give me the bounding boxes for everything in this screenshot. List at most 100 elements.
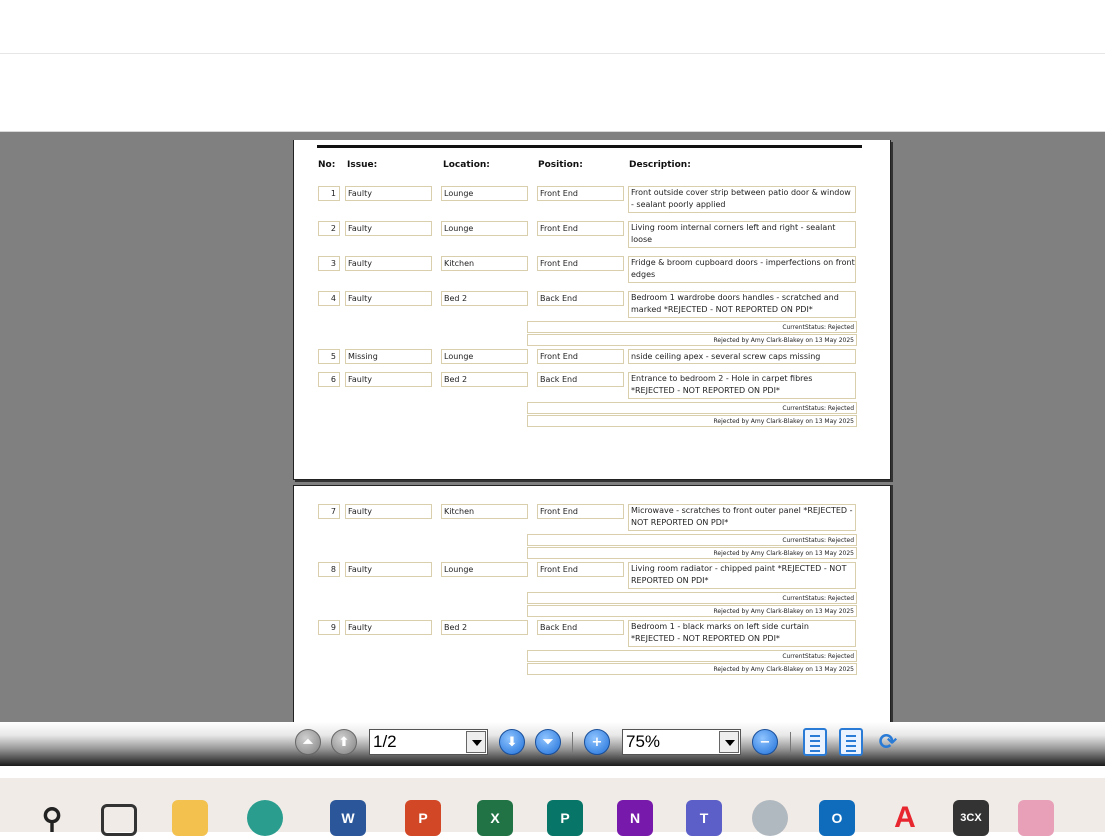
next-page-button[interactable]: ⬇ bbox=[499, 729, 525, 755]
row-number: 7 bbox=[318, 504, 340, 519]
row-description: Front outside cover strip between patio … bbox=[628, 186, 856, 213]
row-status: CurrentStatus: Rejected bbox=[527, 534, 857, 546]
last-page-button[interactable]: ⏷ bbox=[535, 729, 561, 755]
chevron-down-icon[interactable] bbox=[719, 731, 739, 753]
rotate-icon: ⟳ bbox=[878, 729, 898, 755]
browser-toolbar-area bbox=[0, 54, 1105, 132]
row-description: Living room radiator - chipped paint *RE… bbox=[628, 562, 856, 589]
minus-icon: − bbox=[759, 734, 771, 750]
row-position: Front End bbox=[537, 256, 624, 271]
plus-icon: + bbox=[591, 734, 603, 750]
row-number: 6 bbox=[318, 372, 340, 387]
row-number: 9 bbox=[318, 620, 340, 635]
row-rejected-note: Rejected by Amy Clark-Blakey on 13 May 2… bbox=[527, 605, 857, 617]
col-header-no: No: bbox=[318, 160, 336, 170]
row-issue: Faulty bbox=[345, 256, 432, 271]
app-circle-icon[interactable] bbox=[752, 800, 788, 836]
zoom-select-value: 75% bbox=[626, 732, 661, 751]
arrow-up-icon: ⬆ bbox=[338, 734, 350, 750]
windows-taskbar: ⚲ W P X P N T O A 3CX bbox=[0, 766, 1105, 836]
page-select[interactable]: 1/2 bbox=[369, 729, 488, 755]
first-page-button[interactable]: ⏶ bbox=[295, 729, 321, 755]
toolbar-separator bbox=[572, 732, 573, 754]
row-rejected-note: Rejected by Amy Clark-Blakey on 13 May 2… bbox=[527, 415, 857, 427]
row-number: 5 bbox=[318, 349, 340, 364]
row-location: Lounge bbox=[441, 186, 528, 201]
row-status: CurrentStatus: Rejected bbox=[527, 592, 857, 604]
edge-icon[interactable] bbox=[247, 800, 283, 836]
row-issue: Faulty bbox=[345, 562, 432, 577]
row-issue: Faulty bbox=[345, 504, 432, 519]
outlook-icon[interactable]: O bbox=[819, 800, 855, 836]
word-icon[interactable]: W bbox=[330, 800, 366, 836]
col-header-location: Location: bbox=[443, 160, 490, 170]
first-page-icon: ⏶ bbox=[302, 734, 314, 750]
row-status: CurrentStatus: Rejected bbox=[527, 402, 857, 414]
row-issue: Faulty bbox=[345, 372, 432, 387]
acrobat-icon[interactable]: A bbox=[887, 800, 923, 836]
row-number: 8 bbox=[318, 562, 340, 577]
3cx-icon[interactable]: 3CX bbox=[953, 800, 989, 836]
row-number: 4 bbox=[318, 291, 340, 306]
row-description: nside ceiling apex - several screw caps … bbox=[628, 349, 856, 364]
row-position: Back End bbox=[537, 620, 624, 635]
pdf-toolbar: ⏶ ⬆ 1/2 ⬇ ⏷ + 75% − ⟳ bbox=[0, 722, 1105, 766]
row-position: Front End bbox=[537, 562, 624, 577]
col-header-position: Position: bbox=[538, 160, 583, 170]
pdf-viewer[interactable]: No: Issue: Location: Position: Descripti… bbox=[0, 132, 1105, 722]
row-issue: Faulty bbox=[345, 620, 432, 635]
row-location: Kitchen bbox=[441, 256, 528, 271]
row-number: 2 bbox=[318, 221, 340, 236]
row-number: 1 bbox=[318, 186, 340, 201]
row-description: Entrance to bedroom 2 - Hole in carpet f… bbox=[628, 372, 856, 399]
row-issue: Missing bbox=[345, 349, 432, 364]
excel-icon[interactable]: X bbox=[477, 800, 513, 836]
powerpoint-icon[interactable]: P bbox=[405, 800, 441, 836]
last-page-icon: ⏷ bbox=[542, 734, 554, 750]
row-issue: Faulty bbox=[345, 221, 432, 236]
row-rejected-note: Rejected by Amy Clark-Blakey on 13 May 2… bbox=[527, 334, 857, 346]
row-position: Front End bbox=[537, 186, 624, 201]
row-rejected-note: Rejected by Amy Clark-Blakey on 13 May 2… bbox=[527, 663, 857, 675]
row-position: Front End bbox=[537, 504, 624, 519]
row-issue: Faulty bbox=[345, 291, 432, 306]
zoom-out-button[interactable]: − bbox=[752, 729, 778, 755]
rotate-button[interactable]: ⟳ bbox=[875, 729, 901, 755]
row-issue: Faulty bbox=[345, 186, 432, 201]
row-position: Back End bbox=[537, 291, 624, 306]
publisher-icon[interactable]: P bbox=[547, 800, 583, 836]
row-position: Front End bbox=[537, 349, 624, 364]
fit-width-button[interactable] bbox=[803, 728, 827, 756]
pdf-page-2: 7 Faulty Kitchen Front End Microwave - scrat… bbox=[293, 485, 891, 722]
row-description: Bedroom 1 wardrobe doors handles - scrat… bbox=[628, 291, 856, 318]
zoom-select[interactable]: 75% bbox=[622, 729, 741, 755]
pdf-page-1: No: Issue: Location: Position: Descripti… bbox=[293, 140, 891, 480]
row-description: Bedroom 1 - black marks on left side cur… bbox=[628, 620, 856, 647]
row-number: 3 bbox=[318, 256, 340, 271]
search-icon[interactable]: ⚲ bbox=[34, 800, 70, 836]
row-location: Bed 2 bbox=[441, 620, 528, 635]
row-position: Front End bbox=[537, 221, 624, 236]
row-location: Kitchen bbox=[441, 504, 528, 519]
page-select-value: 1/2 bbox=[373, 732, 397, 751]
row-location: Lounge bbox=[441, 349, 528, 364]
row-rejected-note: Rejected by Amy Clark-Blakey on 13 May 2… bbox=[527, 547, 857, 559]
col-header-description: Description: bbox=[629, 160, 691, 170]
fit-page-button[interactable] bbox=[839, 728, 863, 756]
file-explorer-icon[interactable] bbox=[172, 800, 208, 836]
header-rule bbox=[317, 145, 862, 148]
chevron-down-icon[interactable] bbox=[466, 731, 486, 753]
copilot-icon[interactable] bbox=[1018, 800, 1054, 836]
row-description: Fridge & broom cupboard doors - imperfec… bbox=[628, 256, 856, 283]
task-view-icon[interactable] bbox=[101, 804, 137, 836]
col-header-issue: Issue: bbox=[347, 160, 378, 170]
row-status: CurrentStatus: Rejected bbox=[527, 650, 857, 662]
onenote-icon[interactable]: N bbox=[617, 800, 653, 836]
teams-icon[interactable]: T bbox=[686, 800, 722, 836]
zoom-in-button[interactable]: + bbox=[584, 729, 610, 755]
row-description: Living room internal corners left and ri… bbox=[628, 221, 856, 248]
row-location: Bed 2 bbox=[441, 291, 528, 306]
row-position: Back End bbox=[537, 372, 624, 387]
previous-page-button[interactable]: ⬆ bbox=[331, 729, 357, 755]
row-location: Lounge bbox=[441, 221, 528, 236]
